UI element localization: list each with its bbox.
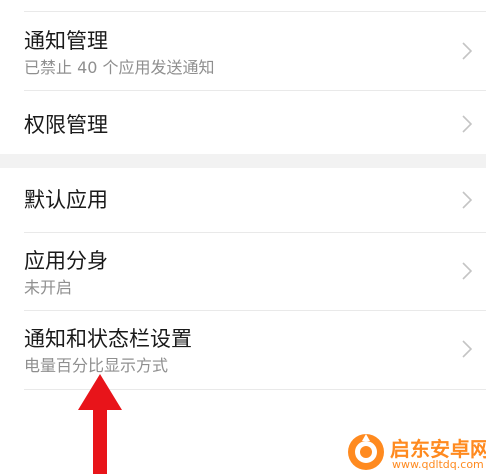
item-title: 应用分身 <box>24 249 108 273</box>
group-gap <box>0 154 486 168</box>
item-title: 通知管理 <box>24 29 108 53</box>
item-subtitle: 电量百分比显示方式 <box>24 356 169 375</box>
settings-item-app-twin[interactable]: 应用分身 未开启 <box>0 233 486 310</box>
chevron-right-icon <box>462 340 472 358</box>
chevron-right-icon <box>462 262 472 280</box>
item-title: 权限管理 <box>24 113 108 137</box>
item-title: 默认应用 <box>24 188 108 212</box>
item-subtitle: 未开启 <box>24 278 73 297</box>
watermark: 启东安卓网 www.qdltdq.com <box>346 432 486 472</box>
watermark-url: www.qdltdq.com <box>392 458 484 471</box>
chevron-right-icon <box>462 115 472 133</box>
settings-item-permission-management[interactable]: 权限管理 <box>0 91 486 154</box>
settings-item-notification-management[interactable]: 通知管理 已禁止 40 个应用发送通知 <box>0 12 486 90</box>
watermark-logo-icon <box>348 434 384 470</box>
chevron-right-icon <box>462 42 472 60</box>
settings-item-default-apps[interactable]: 默认应用 <box>0 168 486 232</box>
item-subtitle: 已禁止 40 个应用发送通知 <box>24 58 215 77</box>
red-up-arrow-icon <box>78 374 122 474</box>
settings-item-notification-statusbar[interactable]: 通知和状态栏设置 电量百分比显示方式 <box>0 311 486 389</box>
chevron-right-icon <box>462 191 472 209</box>
item-title: 通知和状态栏设置 <box>24 327 192 351</box>
